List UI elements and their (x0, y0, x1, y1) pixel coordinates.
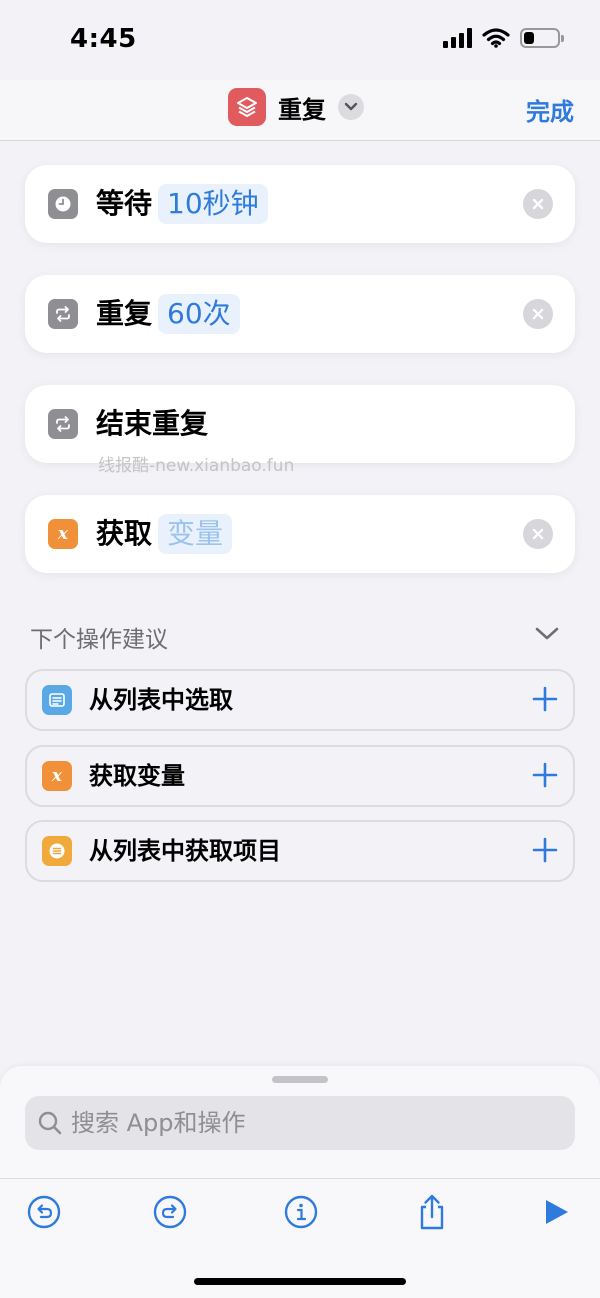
variable-token[interactable]: 变量 (158, 514, 233, 554)
search-field[interactable] (25, 1096, 575, 1150)
shortcut-title-menu[interactable]: 重复 (228, 88, 364, 126)
repeat-icon (48, 409, 78, 439)
variable-icon: x (42, 761, 72, 791)
action-label: 结束重复 (96, 407, 209, 440)
info-button[interactable] (281, 1192, 321, 1232)
undo-icon (27, 1195, 61, 1229)
chevron-down-icon[interactable] (338, 94, 364, 120)
action-card-wait[interactable]: 等待 10秒钟 (25, 165, 575, 243)
action-label: 获取 (96, 517, 153, 550)
suggestion-item[interactable]: x 获取变量 (25, 745, 575, 807)
battery-icon (520, 28, 564, 48)
page-title: 重复 (278, 95, 326, 124)
count-token[interactable]: 60次 (158, 294, 240, 334)
redo-button[interactable] (150, 1192, 190, 1232)
close-icon[interactable] (523, 189, 553, 219)
cellular-signal-icon (443, 28, 472, 48)
info-icon (284, 1195, 318, 1229)
suggestion-label: 获取变量 (89, 762, 185, 790)
clock-icon (48, 189, 78, 219)
layers-icon (228, 88, 266, 126)
close-icon[interactable] (523, 299, 553, 329)
done-button[interactable]: 完成 (526, 92, 574, 127)
action-card-repeat[interactable]: 重复 60次 (25, 275, 575, 353)
suggestion-label: 从列表中选取 (89, 686, 233, 714)
action-search-sheet (0, 1066, 600, 1298)
suggestion-label: 从列表中获取项目 (89, 837, 281, 865)
list-item-icon (42, 836, 72, 866)
add-icon[interactable] (531, 761, 559, 789)
share-icon (420, 1194, 444, 1230)
close-icon[interactable] (523, 519, 553, 549)
add-icon[interactable] (531, 685, 559, 713)
suggestion-item[interactable]: 从列表中获取项目 (25, 820, 575, 882)
suggestion-item[interactable]: 从列表中选取 (25, 669, 575, 731)
search-icon (38, 1111, 62, 1135)
share-button[interactable] (412, 1192, 452, 1232)
add-icon[interactable] (531, 836, 559, 864)
play-icon (546, 1200, 568, 1224)
redo-icon (153, 1195, 187, 1229)
variable-icon: x (48, 519, 78, 549)
watermark: 线报酷-new.xianbao.fun (98, 456, 295, 476)
battery-fill (524, 32, 534, 44)
list-select-icon (42, 685, 72, 715)
divider (0, 1178, 600, 1179)
undo-button[interactable] (24, 1192, 64, 1232)
duration-token[interactable]: 10秒钟 (158, 184, 268, 224)
home-indicator (194, 1278, 406, 1285)
run-button[interactable] (536, 1192, 576, 1232)
sheet-grabber[interactable] (272, 1076, 328, 1083)
action-label: 重复 (96, 297, 153, 330)
search-input[interactable] (71, 1096, 551, 1150)
status-bar: 4:45 (0, 0, 600, 80)
status-time: 4:45 (70, 24, 137, 54)
action-label: 等待 (96, 187, 153, 220)
repeat-icon (48, 299, 78, 329)
suggestions-header: 下个操作建议 (30, 627, 168, 653)
nav-bar: 重复 完成 (0, 80, 600, 141)
chevron-down-icon[interactable] (534, 625, 560, 643)
action-card-get-variable[interactable]: x 获取 变量 (25, 495, 575, 573)
wifi-icon (482, 28, 510, 48)
status-icons (443, 28, 564, 48)
